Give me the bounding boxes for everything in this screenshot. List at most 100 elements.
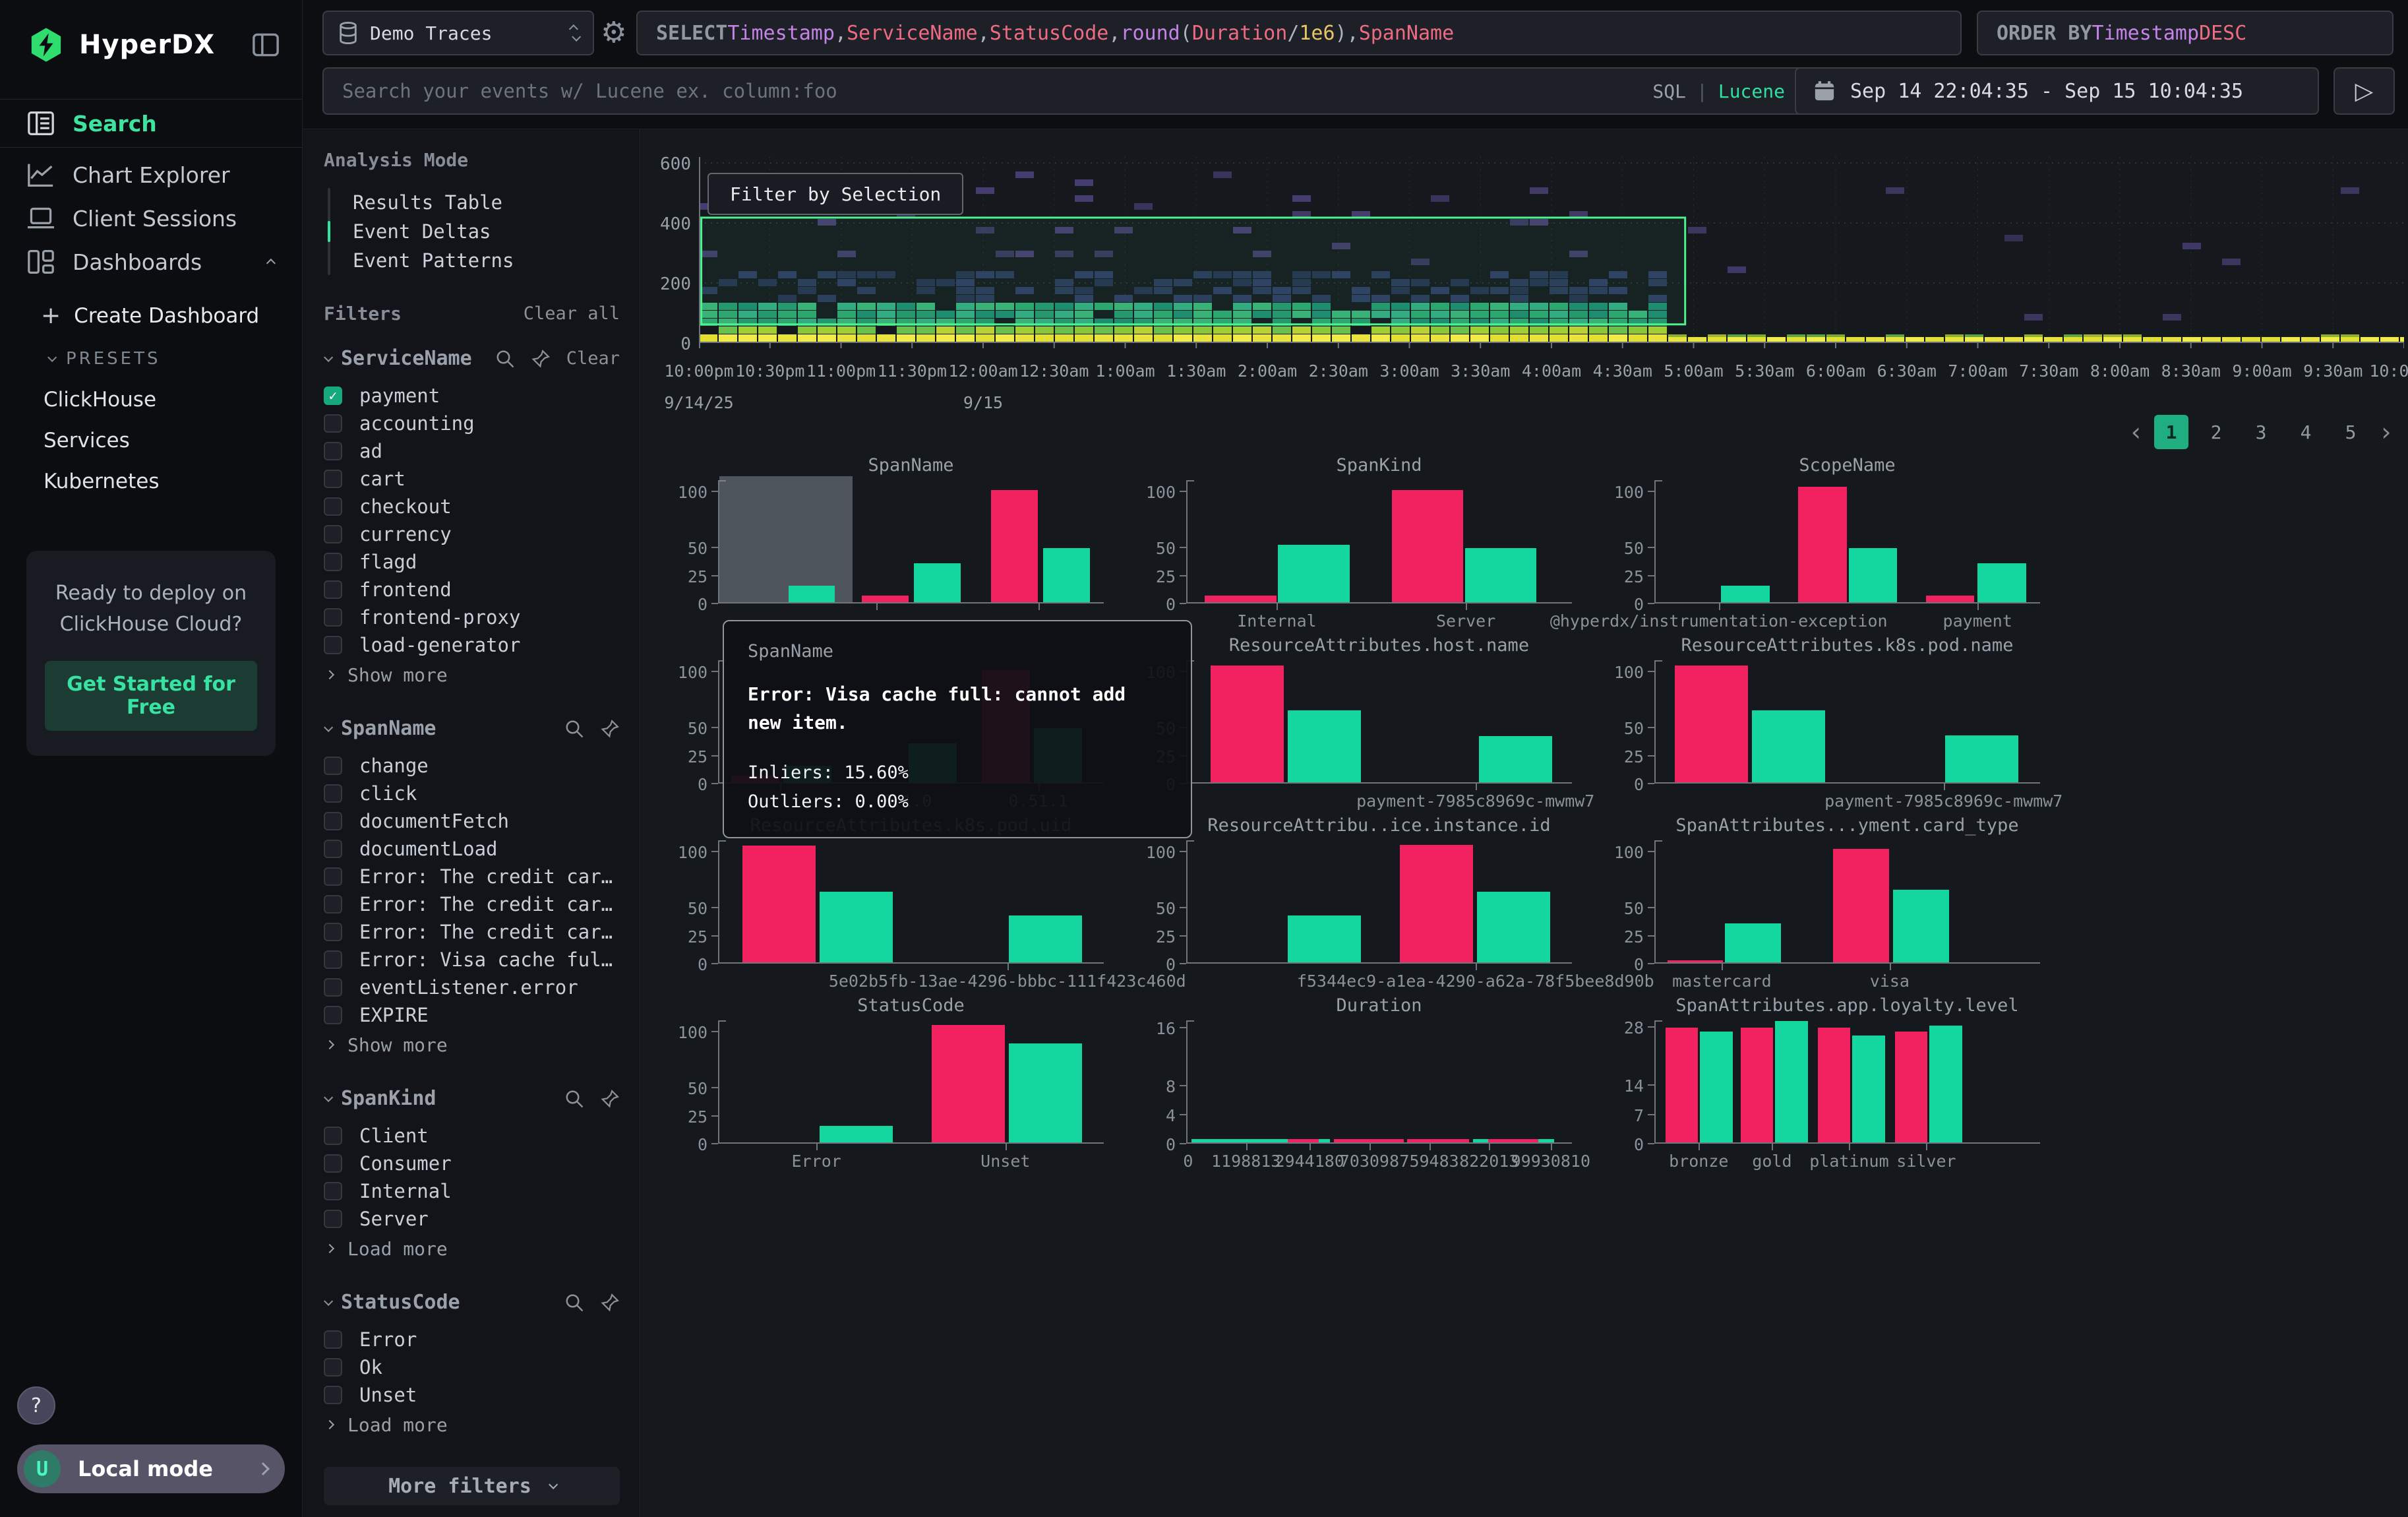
presets-toggle[interactable]: PRESETS <box>0 338 302 379</box>
delta-chart-scopename[interactable]: ScopeName10050250@hyperdx/instrumentatio… <box>1595 454 2063 634</box>
filter-option[interactable]: Error <box>324 1326 620 1353</box>
filter-option[interactable]: EXPIRE <box>324 1001 620 1029</box>
sidebar-item-search[interactable]: Search <box>0 99 302 148</box>
get-started-button[interactable]: Get Started for Free <box>45 661 257 731</box>
select-query-box[interactable]: SELECT Timestamp, ServiceName, StatusCod… <box>636 11 1962 55</box>
delta-chart-spanattributes-app-loyalty-level[interactable]: SpanAttributes.app.loyalty.level281470br… <box>1595 994 2063 1174</box>
gear-icon[interactable]: ⚙ <box>601 16 626 49</box>
filter-option[interactable]: ad <box>324 437 620 465</box>
filter-option[interactable]: Client <box>324 1122 620 1150</box>
language-toggle[interactable]: SQL | Lucene <box>1652 80 1785 102</box>
checkbox[interactable] <box>324 525 342 543</box>
checkbox[interactable] <box>324 580 342 599</box>
sidebar-collapse-icon[interactable] <box>252 32 280 57</box>
sidebar-item-chart-explorer[interactable]: Chart Explorer <box>0 153 302 197</box>
search-icon[interactable] <box>495 349 515 369</box>
search-input[interactable] <box>342 80 1652 102</box>
filter-option[interactable]: frontend <box>324 576 620 604</box>
sql-mode-option[interactable]: SQL <box>1652 80 1686 102</box>
chevron-down-icon[interactable] <box>324 352 333 361</box>
filter-option[interactable]: Ok <box>324 1353 620 1381</box>
search-icon[interactable] <box>564 1089 584 1109</box>
clear-group-button[interactable]: Clear <box>566 348 620 369</box>
checkbox[interactable] <box>324 1386 342 1404</box>
checkbox[interactable] <box>324 895 342 913</box>
checkbox[interactable] <box>324 1330 342 1349</box>
delta-chart-resourceattributes-host-name[interactable]: ResourceAttributes.host.name10050250paym… <box>1127 634 1595 814</box>
analysis-mode-event-patterns[interactable]: Event Patterns <box>330 246 620 275</box>
preset-link-kubernetes[interactable]: Kubernetes <box>0 461 302 502</box>
filter-option[interactable]: Error: Visa cache full: … <box>324 946 620 974</box>
checkbox[interactable] <box>324 757 342 775</box>
filter-option[interactable]: load-generator <box>324 631 620 659</box>
chevron-down-icon[interactable] <box>324 722 333 731</box>
checkbox[interactable] <box>324 636 342 654</box>
filter-option[interactable]: flagd <box>324 548 620 576</box>
prev-page-button[interactable]: ‹ <box>2128 418 2144 447</box>
create-dashboard-button[interactable]: + Create Dashboard <box>0 293 302 338</box>
filter-option[interactable]: Internal <box>324 1177 620 1205</box>
checkbox[interactable] <box>324 867 342 886</box>
filter-option[interactable]: frontend-proxy <box>324 604 620 631</box>
clear-all-button[interactable]: Clear all <box>524 303 620 324</box>
pin-icon[interactable] <box>600 719 620 739</box>
checkbox[interactable] <box>324 608 342 627</box>
run-query-button[interactable]: ▷ <box>2333 67 2395 115</box>
account-menu[interactable]: U Local mode <box>17 1444 285 1493</box>
checkbox[interactable] <box>324 414 342 433</box>
more-filters-button[interactable]: More filters <box>324 1467 620 1505</box>
filter-option[interactable]: Server <box>324 1205 620 1233</box>
filter-option[interactable]: eventListener.error <box>324 974 620 1001</box>
show-more-button[interactable]: Load more <box>324 1233 620 1264</box>
help-button[interactable]: ? <box>17 1386 55 1425</box>
checkbox[interactable] <box>324 497 342 516</box>
filter-by-selection-button[interactable]: Filter by Selection <box>707 173 963 215</box>
checkbox[interactable] <box>324 1006 342 1024</box>
next-page-button[interactable]: › <box>2378 418 2393 447</box>
filter-option[interactable]: Error: The credit card (… <box>324 918 620 946</box>
page-button-5[interactable]: 5 <box>2333 415 2368 449</box>
preset-link-clickhouse[interactable]: ClickHouse <box>0 379 302 420</box>
page-button-4[interactable]: 4 <box>2289 415 2323 449</box>
delta-chart-duration[interactable]: Duration16840011988132944180703098759483… <box>1127 994 1595 1174</box>
checkbox[interactable] <box>324 923 342 941</box>
filter-option[interactable]: click <box>324 780 620 807</box>
checkbox[interactable] <box>324 950 342 969</box>
sidebar-item-client-sessions[interactable]: Client Sessions <box>0 197 302 240</box>
chevron-down-icon[interactable] <box>324 1296 333 1305</box>
delta-chart-spanattributes-yment-card-type[interactable]: SpanAttributes...yment.card_type10050250… <box>1595 814 2063 994</box>
show-more-button[interactable]: Show more <box>324 1029 620 1061</box>
checkbox[interactable] <box>324 1182 342 1200</box>
filter-option[interactable]: checkout <box>324 493 620 520</box>
page-button-1[interactable]: 1 <box>2154 415 2188 449</box>
filter-option[interactable]: change <box>324 752 620 780</box>
show-more-button[interactable]: Show more <box>324 659 620 691</box>
filter-option[interactable]: cart <box>324 465 620 493</box>
pin-icon[interactable] <box>600 1089 620 1109</box>
checkbox[interactable] <box>324 1127 342 1145</box>
time-range-picker[interactable]: Sep 14 22:04:35 - Sep 15 10:04:35 <box>1795 67 2319 115</box>
chevron-down-icon[interactable] <box>324 1092 333 1101</box>
delta-chart-resourceattribu-ice-instance-id[interactable]: ResourceAttribu..ice.instance.id10050250… <box>1127 814 1595 994</box>
checkbox[interactable] <box>324 784 342 803</box>
search-icon[interactable] <box>564 1293 584 1313</box>
checkbox[interactable] <box>324 553 342 571</box>
checkbox[interactable] <box>324 1210 342 1228</box>
orderby-box[interactable]: ORDER BY Timestamp DESC <box>1977 11 2393 55</box>
lucene-mode-option[interactable]: Lucene <box>1718 80 1785 102</box>
show-more-button[interactable]: Load more <box>324 1409 620 1440</box>
page-button-3[interactable]: 3 <box>2244 415 2278 449</box>
filter-option[interactable]: ✓payment <box>324 382 620 410</box>
filter-option[interactable]: documentFetch <box>324 807 620 835</box>
filter-option[interactable]: accounting <box>324 410 620 437</box>
filter-option[interactable]: Error: The credit card (… <box>324 863 620 890</box>
checkbox[interactable] <box>324 840 342 858</box>
checkbox[interactable] <box>324 442 342 460</box>
checkbox[interactable] <box>324 978 342 997</box>
delta-chart-spankind[interactable]: SpanKind10050250InternalServer <box>1127 454 1595 634</box>
delta-chart-resourceattributes-k8s-pod-uid[interactable]: ResourceAttributes.k8s.pod.uid100502505e… <box>659 814 1127 994</box>
checkbox[interactable] <box>324 1154 342 1173</box>
delta-chart-statuscode[interactable]: StatusCode10050250ErrorUnset <box>659 994 1127 1174</box>
pin-icon[interactable] <box>531 349 551 369</box>
sidebar-item-dashboards[interactable]: Dashboards <box>0 240 302 284</box>
